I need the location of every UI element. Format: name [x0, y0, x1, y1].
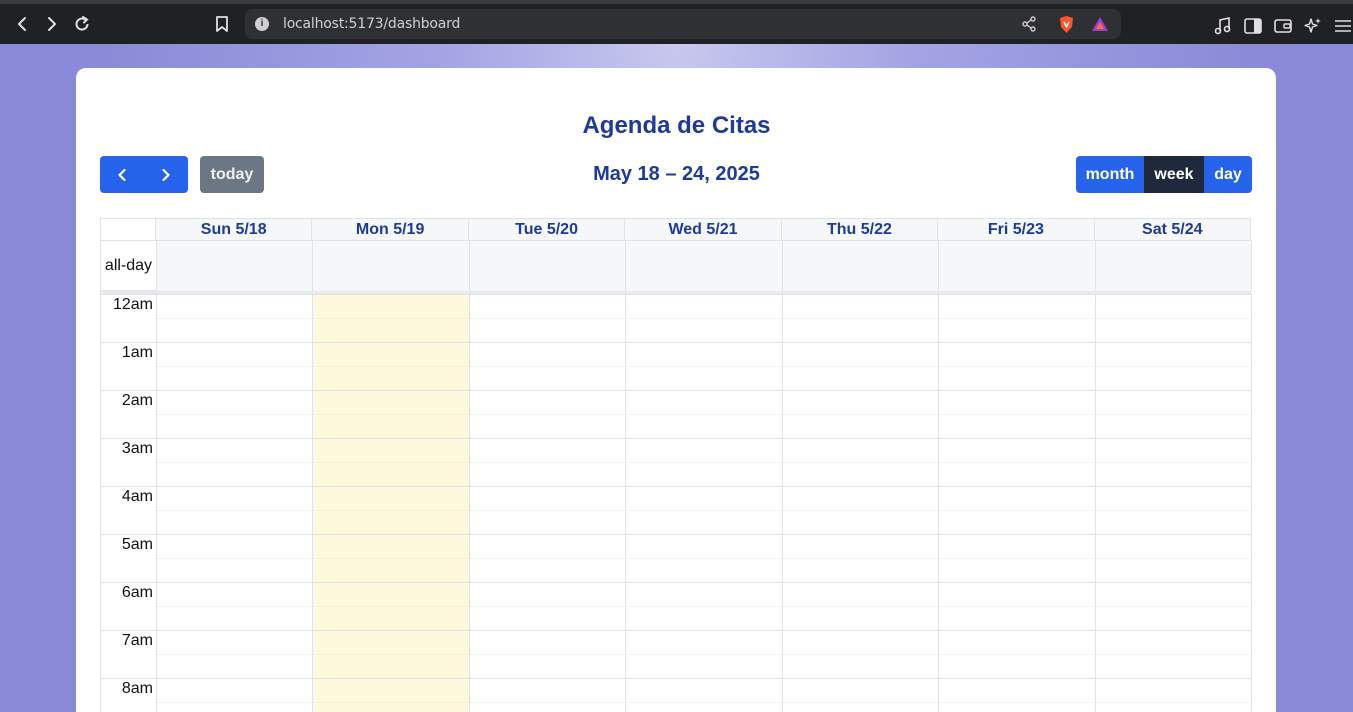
- day-header[interactable]: Sun 5/18: [156, 218, 313, 241]
- site-info-icon[interactable]: i: [255, 17, 269, 31]
- half-hour-line: [157, 318, 1252, 319]
- day-header[interactable]: Fri 5/23: [938, 218, 1095, 241]
- all-day-cell[interactable]: [469, 241, 627, 291]
- sidebar-icon[interactable]: [1243, 16, 1263, 36]
- day-header[interactable]: Sat 5/24: [1094, 218, 1251, 241]
- day-column[interactable]: [939, 294, 1096, 712]
- half-hour-line: [157, 366, 1252, 367]
- url-text[interactable]: localhost:5173/dashboard: [283, 16, 460, 32]
- back-icon[interactable]: [10, 12, 34, 36]
- time-axis-header: [100, 218, 156, 241]
- day-column[interactable]: [1096, 294, 1252, 712]
- all-day-label: all-day: [101, 241, 157, 291]
- all-day-cell[interactable]: [157, 241, 314, 291]
- half-hour-line: [157, 414, 1252, 415]
- half-hour-line: [157, 510, 1252, 511]
- hour-line: [101, 582, 1252, 583]
- leo-ai-icon[interactable]: [1303, 16, 1323, 36]
- forward-icon[interactable]: [40, 12, 64, 36]
- half-hour-line: [157, 462, 1252, 463]
- all-day-cell[interactable]: [782, 241, 940, 291]
- day-header[interactable]: Tue 5/20: [468, 218, 626, 241]
- hour-line: [101, 486, 1252, 487]
- day-header[interactable]: Mon 5/19: [312, 218, 469, 241]
- brave-rewards-icon[interactable]: [1091, 16, 1109, 32]
- hour-label: 12am: [112, 296, 153, 313]
- half-hour-line: [157, 702, 1252, 703]
- half-hour-line: [157, 558, 1252, 559]
- hour-line: [101, 534, 1252, 535]
- day-column[interactable]: [157, 294, 314, 712]
- hour-label: 1am: [121, 344, 153, 361]
- hour-label: 7am: [121, 632, 153, 649]
- wallet-icon[interactable]: [1273, 16, 1293, 36]
- all-day-cell[interactable]: [626, 241, 783, 291]
- hour-label: 6am: [121, 584, 153, 601]
- music-icon[interactable]: [1213, 16, 1233, 36]
- hour-label: 2am: [121, 392, 153, 409]
- share-icon[interactable]: [1021, 16, 1037, 32]
- day-view-button[interactable]: day: [1204, 156, 1252, 193]
- day-column[interactable]: [783, 294, 940, 712]
- address-bar[interactable]: i localhost:5173/dashboard: [245, 9, 1121, 39]
- today-column[interactable]: [313, 294, 470, 712]
- all-day-cell[interactable]: [1095, 241, 1252, 291]
- week-calendar: all-day 12am 1am 2am 3am 4am 5am 6am 7am 8am Sun…: [100, 218, 1252, 712]
- hour-line: [101, 678, 1252, 679]
- hour-line: [101, 390, 1252, 391]
- half-hour-line: [157, 606, 1252, 607]
- month-view-button[interactable]: month: [1076, 156, 1144, 193]
- brave-shields-icon[interactable]: [1058, 15, 1075, 34]
- hour-line: [101, 294, 1252, 295]
- day-header[interactable]: Thu 5/22: [781, 218, 939, 241]
- time-grid: 12am 1am 2am 3am 4am 5am 6am 7am 8am: [100, 294, 1252, 712]
- hour-line: [101, 342, 1252, 343]
- hour-label: 8am: [121, 680, 153, 697]
- browser-toolbar: i localhost:5173/dashboard: [0, 0, 1353, 44]
- week-view-button[interactable]: week: [1144, 156, 1204, 193]
- all-day-row: all-day: [100, 241, 1252, 291]
- all-day-cell[interactable]: [313, 241, 470, 291]
- page-title: Agenda de Citas: [582, 112, 771, 139]
- hour-label: 4am: [121, 488, 153, 505]
- day-column[interactable]: [626, 294, 783, 712]
- hour-line: [101, 438, 1252, 439]
- hour-label: 3am: [121, 440, 153, 457]
- hour-line: [101, 630, 1252, 631]
- day-column[interactable]: [470, 294, 627, 712]
- day-header[interactable]: Wed 5/21: [625, 218, 782, 241]
- reload-icon[interactable]: [70, 12, 94, 36]
- menu-icon[interactable]: [1333, 16, 1353, 36]
- bookmark-icon[interactable]: [210, 12, 234, 36]
- all-day-cell[interactable]: [939, 241, 1096, 291]
- half-hour-line: [157, 654, 1252, 655]
- hour-label: 5am: [121, 536, 153, 553]
